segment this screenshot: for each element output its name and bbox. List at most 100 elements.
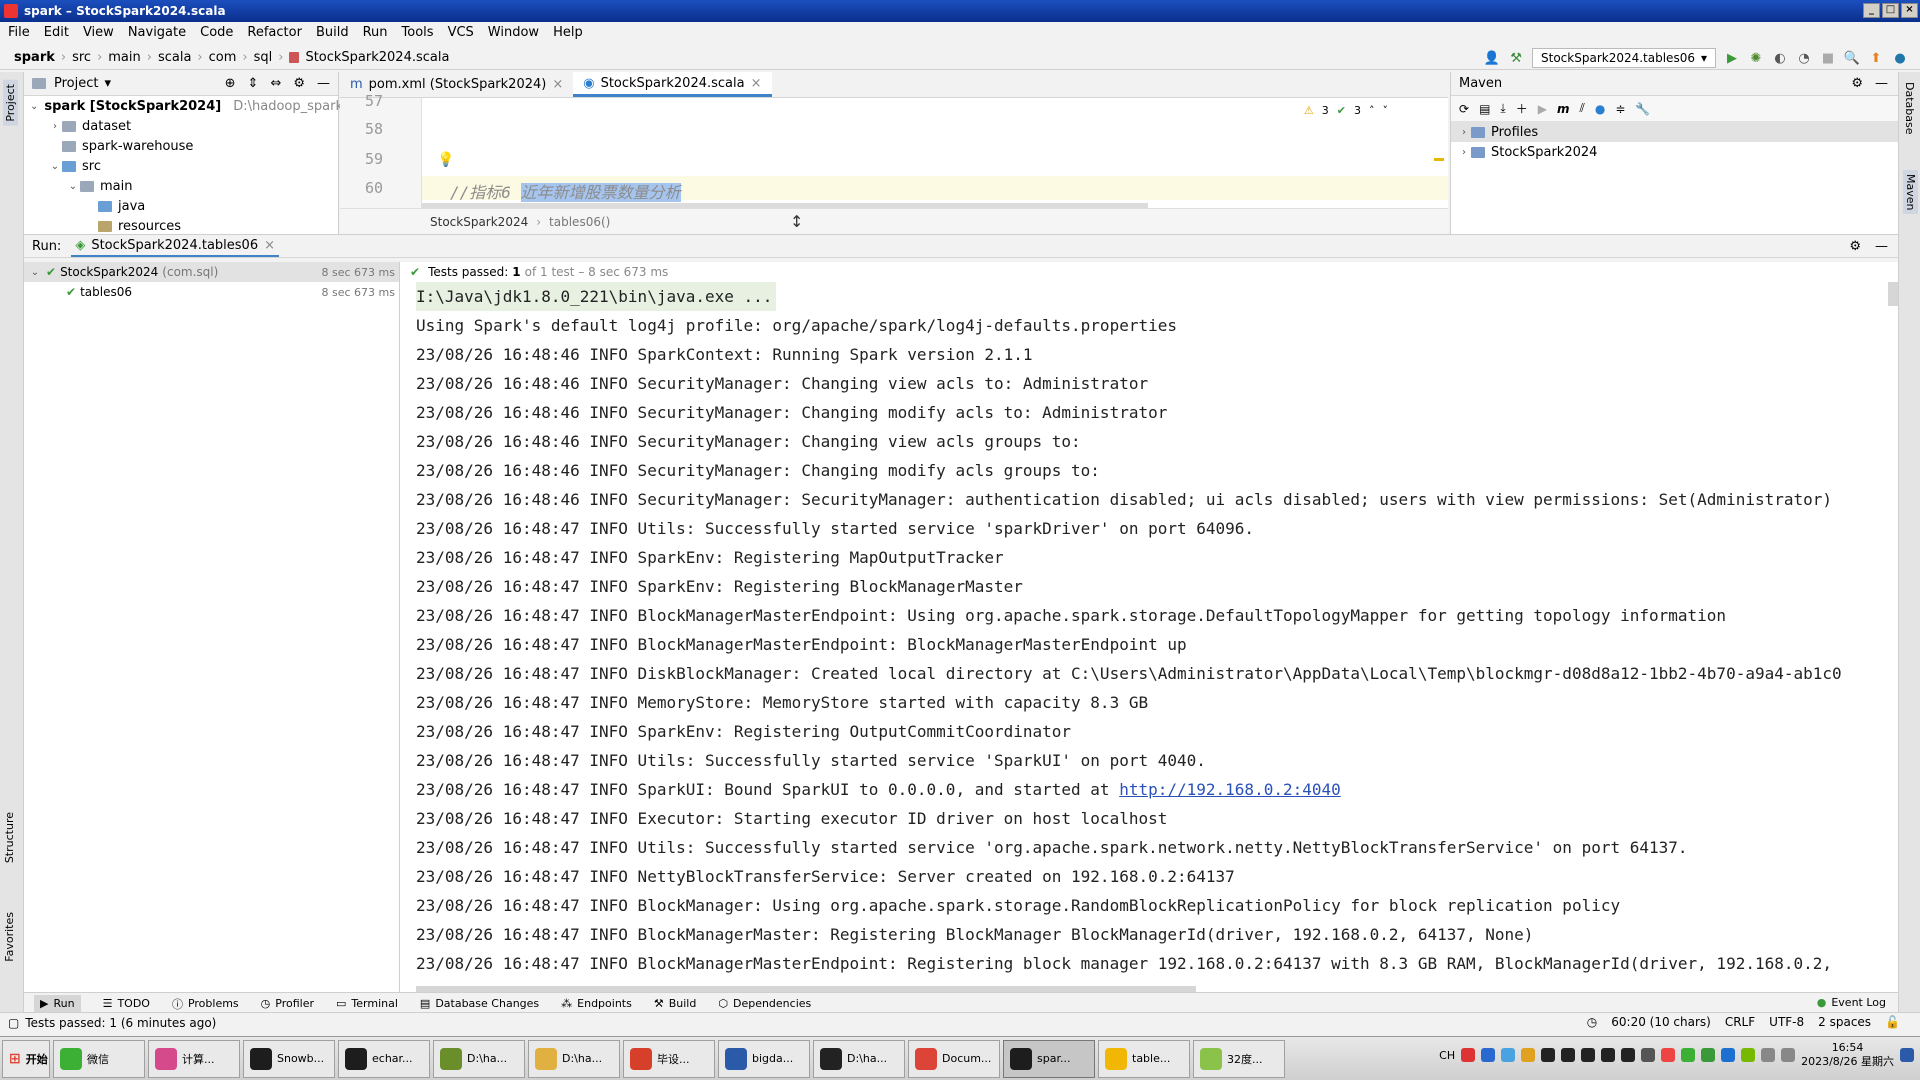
close-icon[interactable]: × — [264, 238, 275, 253]
expand-all-icon[interactable]: ⇕ — [248, 76, 259, 91]
taskbar-item[interactable]: 计算... — [148, 1039, 240, 1078]
tool-tab-build[interactable]: ⚒ Build — [654, 997, 697, 1010]
stop-icon[interactable]: ■ — [1820, 50, 1836, 66]
taskbar-item[interactable]: bigda... — [718, 1039, 810, 1078]
minimize-button[interactable]: _ — [1863, 3, 1880, 18]
test-case-row[interactable]: ✔ tables06 8 sec 673 ms — [24, 282, 399, 302]
shield-icon[interactable] — [1481, 1048, 1496, 1062]
breadcrumb-item[interactable]: spark — [14, 50, 55, 65]
cursor-position[interactable]: 60:20 (10 chars) — [1611, 1015, 1711, 1029]
gear-icon[interactable]: ⚙ — [1851, 76, 1863, 91]
user-icon[interactable]: 👤 — [1484, 50, 1500, 66]
tool-tab-database-changes[interactable]: ▤ Database Changes — [420, 997, 539, 1010]
menu-build[interactable]: Build — [316, 25, 349, 40]
event-log-button[interactable]: ● Event Log — [1817, 996, 1886, 1009]
taskbar-item[interactable]: echar... — [338, 1039, 430, 1078]
project-tree-item[interactable]: › dataset — [24, 116, 338, 136]
coverage-icon[interactable]: ◐ — [1772, 50, 1788, 66]
menu-navigate[interactable]: Navigate — [128, 25, 186, 40]
tray-app-icon[interactable] — [1661, 1048, 1676, 1062]
project-tree-item[interactable]: resources — [24, 216, 338, 236]
project-tree-item[interactable]: spark-warehouse — [24, 136, 338, 156]
close-icon[interactable]: × — [552, 77, 563, 92]
nvidia-icon[interactable] — [1741, 1048, 1756, 1062]
chevron-down-icon[interactable]: ⌄ — [66, 181, 80, 192]
update-icon[interactable]: ⬆ — [1868, 50, 1884, 66]
taskbar-item[interactable]: Snowb... — [243, 1039, 335, 1078]
inspection-widget[interactable]: ⚠ 3 ✔ 3 ˄ ˅ — [1304, 104, 1388, 117]
menu-run[interactable]: Run — [363, 25, 388, 40]
download-icon[interactable]: ⤓ — [1500, 101, 1505, 116]
tool-tab-terminal[interactable]: ▭ Terminal — [336, 997, 398, 1010]
project-tree-item[interactable]: ⌄ main — [24, 176, 338, 196]
taskbar-item[interactable]: 毕设... — [623, 1039, 715, 1078]
search-icon[interactable]: 🔍 — [1844, 50, 1860, 66]
plugin-icon[interactable]: ● — [1892, 50, 1908, 66]
tray-app-icon[interactable] — [1721, 1048, 1736, 1062]
hide-icon[interactable]: — — [317, 76, 330, 91]
hide-icon[interactable]: — — [1875, 76, 1888, 91]
add-icon[interactable]: ＋ — [1516, 100, 1528, 117]
tool-tab-dependencies[interactable]: ⬡ Dependencies — [718, 997, 811, 1010]
favorites-tool-tab[interactable]: Favorites — [3, 912, 16, 962]
project-tree-item[interactable]: java — [24, 196, 338, 216]
editor-tab[interactable]: ◉ StockSpark2024.scala × — [573, 72, 772, 97]
maximize-button[interactable]: □ — [1882, 3, 1899, 18]
qq-icon[interactable] — [1581, 1048, 1596, 1062]
code-area[interactable]: //指标6 近年新增股票数量分析 ⚠ 3 ✔ 3 ˄ ˅ — [422, 98, 1448, 208]
menu-help[interactable]: Help — [553, 25, 583, 40]
taskbar-item[interactable]: D:\ha... — [433, 1039, 525, 1078]
cloud-icon[interactable] — [1501, 1048, 1516, 1062]
taskbar-item[interactable]: 微信 — [53, 1039, 145, 1078]
close-icon[interactable]: × — [751, 76, 762, 91]
spark-ui-link[interactable]: http://192.168.0.2:4040 — [1119, 780, 1341, 799]
run-configuration-select[interactable]: StockSpark2024.tables06 ▾ — [1532, 48, 1716, 68]
collapse-all-icon[interactable]: ⇔ — [270, 76, 281, 91]
tool-tab-endpoints[interactable]: ⁂ Endpoints — [561, 997, 632, 1010]
crumb-class[interactable]: StockSpark2024 — [430, 215, 528, 229]
build-hammer-icon[interactable]: ⚒ — [1508, 50, 1524, 66]
menu-edit[interactable]: Edit — [44, 25, 69, 40]
volume-icon[interactable] — [1761, 1048, 1776, 1062]
status-panel-icon[interactable]: ▢ — [8, 1016, 19, 1030]
taskbar-item[interactable]: spar... — [1003, 1039, 1095, 1078]
tool-tab-problems[interactable]: ⓘ Problems — [172, 996, 239, 1012]
show-desktop-icon[interactable] — [1900, 1048, 1914, 1062]
breadcrumb-item[interactable]: StockSpark2024.scala — [305, 50, 449, 65]
breadcrumb-item[interactable]: sql — [254, 50, 273, 65]
settings-wrench-icon[interactable]: 🔧 — [1635, 102, 1650, 116]
tray-app-icon[interactable] — [1701, 1048, 1716, 1062]
system-clock[interactable]: 16:54 2023/8/26 星期六 — [1801, 1041, 1894, 1069]
skip-tests-icon[interactable]: ● — [1595, 102, 1605, 116]
menu-code[interactable]: Code — [200, 25, 233, 40]
taskbar-item[interactable]: 32度... — [1193, 1039, 1285, 1078]
breadcrumb-item[interactable]: scala — [158, 50, 191, 65]
wechat-icon[interactable] — [1681, 1048, 1696, 1062]
file-encoding[interactable]: UTF-8 — [1769, 1015, 1804, 1029]
profile-icon[interactable]: ◔ — [1796, 50, 1812, 66]
breadcrumb-item[interactable]: main — [108, 50, 140, 65]
breadcrumb-item[interactable]: com — [209, 50, 237, 65]
project-panel-title[interactable]: Project — [54, 76, 98, 91]
menu-tools[interactable]: Tools — [402, 25, 434, 40]
menu-window[interactable]: Window — [488, 25, 539, 40]
taskbar-item[interactable]: D:\ha... — [813, 1039, 905, 1078]
vertical-scrollbar[interactable] — [1888, 282, 1898, 306]
maven-item-profiles[interactable]: › Profiles — [1451, 122, 1898, 142]
run-icon[interactable]: ▶ — [1724, 50, 1740, 66]
collapse-icon[interactable]: ≑ — [1615, 102, 1625, 116]
hide-icon[interactable]: — — [1875, 239, 1888, 254]
ime-icon[interactable] — [1461, 1048, 1476, 1062]
crumb-method[interactable]: tables06() — [549, 215, 610, 229]
gear-icon[interactable]: ⚙ — [293, 76, 305, 91]
project-tree-item[interactable]: ⌄ spark [StockSpark2024] D:\hadoop_spark — [24, 96, 343, 116]
lock-icon[interactable]: 🔓 — [1885, 1015, 1900, 1029]
taskbar-item[interactable]: D:\ha... — [528, 1039, 620, 1078]
locate-icon[interactable]: ⊕ — [225, 76, 236, 91]
run-tab[interactable]: ◈ StockSpark2024.tables06 × — [71, 236, 279, 257]
chevron-down-icon[interactable]: ⌄ — [48, 161, 62, 172]
qq-icon[interactable] — [1541, 1048, 1556, 1062]
breadcrumb-item[interactable]: src — [72, 50, 91, 65]
indent-setting[interactable]: 2 spaces — [1818, 1015, 1871, 1029]
start-button[interactable]: ⊞ 开始 — [2, 1039, 50, 1078]
